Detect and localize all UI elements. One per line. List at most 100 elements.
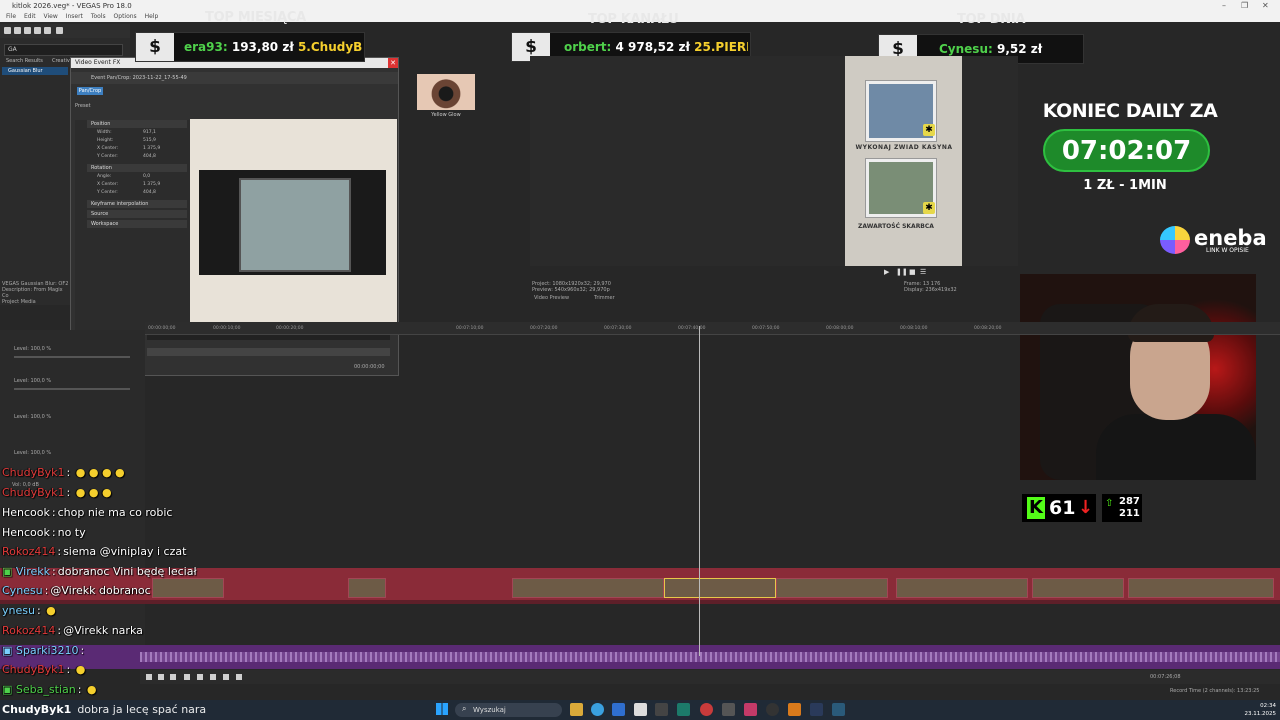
app-icon[interactable] — [634, 703, 647, 716]
chat-message: ChudyByk1: ● — [2, 663, 86, 676]
track-level-slider[interactable] — [14, 388, 130, 390]
windows-start-icon[interactable] — [436, 703, 448, 715]
fx-list-item-gaussian-blur[interactable]: Gaussian Blur — [2, 67, 68, 75]
store-icon[interactable] — [612, 703, 625, 716]
edge-icon[interactable] — [591, 703, 604, 716]
video-clip[interactable] — [512, 578, 664, 598]
prop-rot-x-value[interactable]: 1 375,9 — [143, 181, 160, 189]
yellow-glow-label: Yellow Glow — [431, 112, 461, 118]
prop-angle: Angle: 0,0 — [97, 173, 151, 181]
chat-user: ChudyByk1 — [2, 703, 72, 716]
section-workspace[interactable]: Workspace — [87, 220, 187, 228]
app-icon[interactable] — [744, 703, 757, 716]
vegas-icon[interactable] — [677, 703, 690, 716]
app-icon[interactable] — [788, 703, 801, 716]
play-from-start-icon[interactable] — [170, 674, 176, 680]
record-icon[interactable] — [146, 674, 152, 680]
settings-icon[interactable] — [56, 27, 63, 34]
prop-angle-value[interactable]: 0,0 — [143, 173, 150, 181]
menu-edit[interactable]: Edit — [24, 13, 36, 20]
video-clip[interactable] — [1128, 578, 1274, 598]
fx-search-input[interactable]: GA — [4, 44, 123, 56]
timeline-ruler[interactable] — [145, 322, 1280, 335]
properties-icon[interactable] — [34, 27, 41, 34]
emote-icon: ● — [42, 604, 56, 617]
video-clip[interactable] — [152, 578, 224, 598]
play-icon[interactable]: ▶ — [884, 268, 889, 276]
stop-icon[interactable] — [210, 674, 216, 680]
menu-options[interactable]: Options — [114, 13, 137, 20]
tab-trimmer[interactable]: Trimmer — [594, 295, 615, 302]
fx-description-line: Description: From Magix Co — [2, 287, 63, 299]
section-source[interactable]: Source — [87, 210, 187, 218]
tab-video-preview[interactable]: Video Preview — [534, 295, 569, 302]
fx-dialog-close-icon[interactable]: ✕ — [388, 58, 398, 68]
menu-view[interactable]: View — [44, 13, 58, 20]
close-icon[interactable]: ✕ — [1262, 0, 1269, 12]
new-icon[interactable] — [4, 27, 11, 34]
opera-icon[interactable] — [700, 703, 713, 716]
pause-icon[interactable] — [197, 674, 203, 680]
top-channel-next: 25.PIERD — [694, 40, 748, 54]
prop-y-center-value[interactable]: 404,8 — [143, 153, 156, 161]
pan-crop-button[interactable]: Pan/Crop — [77, 87, 103, 95]
pan-crop-frame-preview[interactable] — [199, 170, 386, 275]
prop-width-value[interactable]: 917,1 — [143, 129, 156, 137]
video-clip[interactable] — [896, 578, 1028, 598]
loop-icon[interactable] — [158, 674, 164, 680]
save-icon[interactable] — [24, 27, 31, 34]
play-icon[interactable] — [184, 674, 190, 680]
rate-label: 1 ZŁ - 1MIN — [1083, 178, 1167, 193]
menu-icon[interactable]: ☰ — [920, 268, 926, 276]
video-clip[interactable] — [776, 578, 888, 598]
video-clip[interactable] — [1032, 578, 1124, 598]
prop-height-value[interactable]: 515,9 — [143, 137, 156, 145]
menu-tools[interactable]: Tools — [91, 13, 106, 20]
tab-search-results[interactable]: Search Results — [6, 58, 43, 64]
prop-x-center: X Center: 1 375,9 — [97, 145, 161, 153]
stop-icon[interactable]: ■ — [909, 268, 916, 276]
minimize-icon[interactable]: – — [1222, 0, 1226, 12]
window-title: kitlok 2026.veg* - VEGAS Pro 18.0 — [12, 2, 132, 10]
go-to-start-icon[interactable] — [223, 674, 229, 680]
obs-icon[interactable] — [766, 703, 779, 716]
photoshop-icon[interactable] — [810, 703, 823, 716]
open-icon[interactable] — [14, 27, 21, 34]
follower-stats: ⇧ 287 211 — [1102, 494, 1142, 522]
discord-icon[interactable] — [722, 703, 735, 716]
section-rotation[interactable]: Rotation — [87, 164, 187, 172]
video-clip[interactable] — [348, 578, 386, 598]
menu-file[interactable]: File — [6, 13, 16, 20]
project-media-tab[interactable]: Project Media — [2, 299, 70, 305]
emote-icon: ● ● ● ● — [72, 466, 125, 479]
keyframe-track[interactable] — [147, 348, 390, 356]
render-icon[interactable] — [44, 27, 51, 34]
maximize-icon[interactable]: ❐ — [1241, 0, 1248, 12]
top-month-next: 5.ChudyB — [297, 40, 362, 54]
top-month-title: TOP MIESIĄCA — [205, 10, 306, 25]
corkboard-image — [239, 178, 351, 272]
prop-rot-y-value[interactable]: 404,8 — [143, 189, 156, 197]
top-channel-title: TOP KANAŁU — [588, 12, 679, 27]
playhead-cursor[interactable] — [699, 326, 700, 656]
video-clip-selected[interactable] — [664, 578, 776, 598]
file-explorer-icon[interactable] — [570, 703, 583, 716]
prop-x-center-value[interactable]: 1 375,9 — [143, 145, 160, 153]
pause-icon[interactable]: ❚❚ — [896, 268, 908, 276]
go-to-end-icon[interactable] — [236, 674, 242, 680]
ruler-tick: 00:00:20;00 — [276, 326, 304, 331]
preview-info-text: Preview: 540x960x32; 29,970p — [532, 287, 610, 293]
menu-insert[interactable]: Insert — [66, 13, 83, 20]
track-level-slider[interactable] — [14, 356, 130, 358]
section-keyframe-interpolation[interactable]: Keyframe interpolation — [87, 200, 187, 208]
menu-help[interactable]: Help — [145, 13, 159, 20]
followers-up: 287 — [1119, 496, 1140, 507]
section-position[interactable]: Position — [87, 120, 187, 128]
yellow-glow-preset-thumbnail[interactable] — [417, 74, 475, 110]
steam-icon[interactable] — [832, 703, 845, 716]
app-icon[interactable] — [655, 703, 668, 716]
top-day-title: TOP DNIA — [957, 12, 1026, 27]
eneba-sponsor: eneba LINK W OPISIE — [1160, 226, 1270, 256]
clock[interactable]: 02:34 23.11.2025 — [1242, 700, 1277, 718]
taskbar-search[interactable]: Wyszukaj — [455, 703, 562, 717]
